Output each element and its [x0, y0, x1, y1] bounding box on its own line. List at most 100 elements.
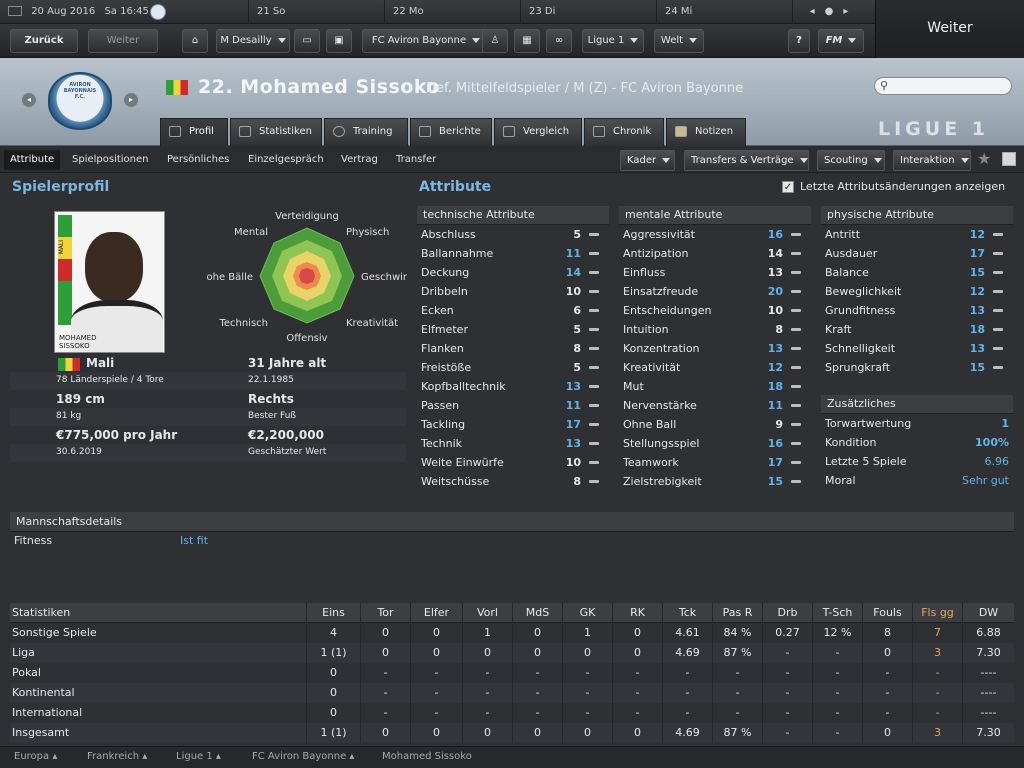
column-header[interactable]: Vorl [462, 603, 512, 623]
attribute-row[interactable]: Stellungsspiel 16 [619, 434, 811, 453]
column-header[interactable]: MdS [512, 603, 562, 623]
show-changes-checkbox[interactable]: ✓ [782, 181, 794, 193]
fm-menu-button[interactable]: FM [818, 29, 864, 53]
attribute-row[interactable]: Freistöße 5 [417, 358, 609, 377]
tab-training[interactable]: Training [324, 118, 408, 146]
day-cell[interactable]: 21 So [248, 0, 384, 24]
transfers-dropdown[interactable]: Transfers & Verträge [684, 150, 809, 171]
scouting-dropdown[interactable]: Scouting [817, 150, 885, 171]
attribute-row[interactable]: Ohne Ball 9 [619, 415, 811, 434]
subtab-einzelgespraech[interactable]: Einzelgespräch [242, 150, 330, 170]
tab-chronik[interactable]: Chronik [584, 118, 664, 146]
column-header[interactable]: Eins [306, 603, 360, 623]
attribute-row[interactable]: Technik 13 [417, 434, 609, 453]
attribute-row[interactable]: Ecken 6 [417, 301, 609, 320]
attribute-row[interactable]: Beweglichkeit 12 [821, 282, 1013, 301]
attribute-row[interactable]: Deckung 14 [417, 263, 609, 282]
subtab-vertrag[interactable]: Vertrag [335, 150, 384, 170]
tab-statistiken[interactable]: Statistiken [230, 118, 322, 146]
attribute-row[interactable]: Kraft 18 [821, 320, 1013, 339]
next-arrow-icon[interactable]: ▸ [124, 93, 138, 107]
column-header[interactable]: Fls gg [912, 603, 962, 623]
interaktion-dropdown[interactable]: Interaktion [893, 150, 971, 171]
attribute-row[interactable]: Abschluss 5 [417, 225, 609, 244]
nation[interactable]: Mali [86, 356, 114, 370]
attribute-row[interactable]: Dribbeln 10 [417, 282, 609, 301]
table-row[interactable]: Liga 1 (1) 0 0 0 0 0 0 4.69 87 % - -0 3 7.30 [10, 643, 1014, 663]
table-row[interactable]: Insgesamt 1 (1) 0 0 0 0 0 0 4.69 87 % - -0 3 7.30 [10, 723, 1014, 743]
attribute-row[interactable]: Tackling 17 [417, 415, 609, 434]
subtab-attribute[interactable]: Attribute [4, 150, 61, 170]
attribute-row[interactable]: Passen 11 [417, 396, 609, 415]
current-date-cell[interactable]: 20 Aug 2016 Sa 16:45 [0, 0, 248, 24]
notepad-icon[interactable] [1002, 152, 1016, 166]
scouting-button[interactable]: ∞ [546, 29, 572, 53]
attribute-row[interactable]: Zielstrebigkeit 15 [619, 472, 811, 491]
table-row[interactable]: Sonstige Spiele 4 0 0 1 0 1 0 4.61 84 % 0.27 12 % 8 7… [10, 623, 1014, 643]
attribute-row[interactable]: Ballannahme 11 [417, 244, 609, 263]
date-scroll-controls[interactable]: ◂●▸ [792, 0, 875, 24]
manager-dropdown[interactable]: M Desailly [216, 29, 290, 53]
tab-vergleich[interactable]: Vergleich [494, 118, 582, 146]
attribute-row[interactable]: Kopfballtechnik 13 [417, 377, 609, 396]
attribute-row[interactable]: Aggressivität 16 [619, 225, 811, 244]
attribute-row[interactable]: Entscheidungen 10 [619, 301, 811, 320]
attribute-row[interactable]: Flanken 8 [417, 339, 609, 358]
column-header[interactable]: Statistiken [12, 603, 70, 623]
star-icon[interactable]: ★ [977, 149, 991, 168]
column-header[interactable]: T-Sch [812, 603, 862, 623]
briefcase-button[interactable]: ▣ [326, 29, 352, 53]
tactics-button[interactable]: ♙ [482, 29, 508, 53]
club-crest[interactable]: AVIRON BAYONNAIS F.C. [48, 72, 112, 130]
subtab-transfer[interactable]: Transfer [390, 150, 442, 170]
back-button[interactable]: Zurück [10, 29, 78, 53]
breadcrumb-item[interactable]: FC Aviron Bayonne ▴ [252, 751, 354, 762]
attribute-row[interactable]: Balance 15 [821, 263, 1013, 282]
attribute-row[interactable]: Antizipation 14 [619, 244, 811, 263]
subtab-spielpositionen[interactable]: Spielpositionen [66, 150, 155, 170]
attribute-row[interactable]: Grundfitness 13 [821, 301, 1013, 320]
attribute-row[interactable]: Weite Einwürfe 10 [417, 453, 609, 472]
column-header[interactable]: Drb [762, 603, 812, 623]
home-button[interactable]: ⌂ [182, 29, 208, 53]
column-header[interactable]: Tor [360, 603, 410, 623]
attribute-row[interactable]: Einfluss 13 [619, 263, 811, 282]
attribute-row[interactable]: Mut 18 [619, 377, 811, 396]
attribute-row[interactable]: Sprungkraft 15 [821, 358, 1013, 377]
attribute-row[interactable]: Intuition 8 [619, 320, 811, 339]
table-row[interactable]: Pokal 0- - - - - - - - - - - - ---- [10, 663, 1014, 683]
tab-profil[interactable]: Profil [160, 118, 228, 146]
day-cell[interactable]: 22 Mo [384, 0, 520, 24]
attribute-row[interactable]: Teamwork 17 [619, 453, 811, 472]
breadcrumb-item[interactable]: Ligue 1 ▴ [176, 751, 221, 762]
attribute-row[interactable]: Weitschüsse 8 [417, 472, 609, 491]
tab-berichte[interactable]: Berichte [410, 118, 492, 146]
league-dropdown[interactable]: Ligue 1 [582, 29, 644, 53]
column-header[interactable]: DW [962, 603, 1014, 623]
column-header[interactable]: Tck [662, 603, 712, 623]
world-dropdown[interactable]: Welt [654, 29, 704, 53]
table-row[interactable]: International 0- - - - - - - - - - - - ---- [10, 703, 1014, 723]
column-header[interactable]: Fouls [862, 603, 912, 623]
table-row[interactable]: Kontinental 0- - - - - - - - - - - - ---- [10, 683, 1014, 703]
tab-notizen[interactable]: Notizen [666, 118, 746, 146]
continue-button[interactable]: Weiter [875, 0, 1024, 58]
kader-dropdown[interactable]: Kader [620, 150, 675, 171]
column-header[interactable]: Elfer [410, 603, 462, 623]
attribute-row[interactable]: Einsatzfreude 20 [619, 282, 811, 301]
attribute-row[interactable]: Schnelligkeit 13 [821, 339, 1013, 358]
day-cell[interactable]: 24 Mi [656, 0, 792, 24]
breadcrumb-item[interactable]: Frankreich ▴ [87, 751, 147, 762]
prev-arrow-icon[interactable]: ◂ [22, 93, 36, 107]
inbox-button[interactable]: ▭ [294, 29, 320, 53]
attribute-row[interactable]: Kreativität 12 [619, 358, 811, 377]
subtab-persoenliches[interactable]: Persönliches [161, 150, 235, 170]
attribute-row[interactable]: Antritt 12 [821, 225, 1013, 244]
search-input[interactable]: ⚲ [874, 77, 1012, 95]
breadcrumb-item[interactable]: Mohamed Sissoko [382, 751, 472, 762]
attribute-row[interactable]: Elfmeter 5 [417, 320, 609, 339]
help-button[interactable]: ? [788, 29, 810, 53]
column-header[interactable]: Pas R [712, 603, 762, 623]
column-header[interactable]: RK [612, 603, 662, 623]
attribute-row[interactable]: Ausdauer 17 [821, 244, 1013, 263]
